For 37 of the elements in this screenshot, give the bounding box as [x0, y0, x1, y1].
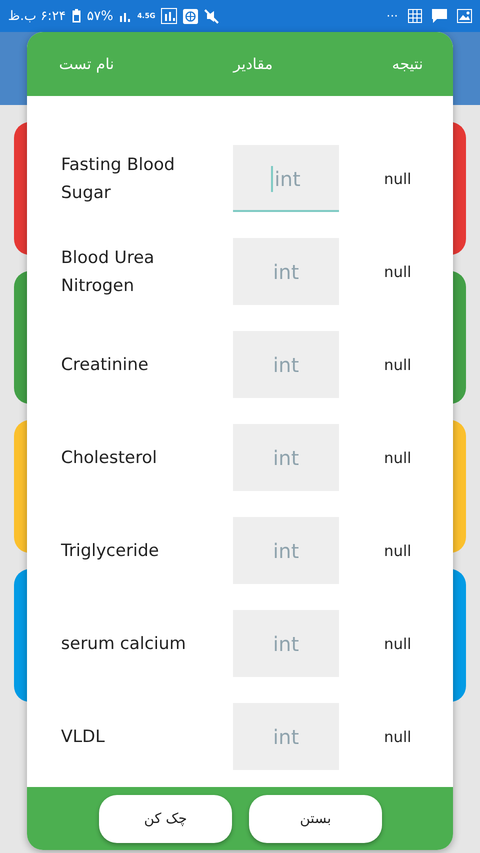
column-header: مقادیر [233, 55, 273, 73]
message-icon [432, 9, 447, 23]
column-header: نام تست [59, 55, 114, 73]
clock-time: ۶:۲۴ ب.ظ [8, 8, 66, 24]
battery-icon [72, 9, 81, 23]
result-value: null [384, 448, 412, 466]
value-field[interactable]: int [233, 238, 339, 305]
mute-icon [204, 8, 220, 24]
test-name: Blood Urea Nitrogen [61, 246, 156, 298]
value-field[interactable]: int [233, 424, 339, 491]
test-name: serum calcium [61, 632, 187, 656]
test-name: Creatinine [61, 354, 150, 376]
result-value: null [384, 728, 412, 746]
dialog-button[interactable]: چک کن [99, 794, 232, 842]
test-name: Triglyceride [61, 540, 160, 562]
test-name: Fasting Blood Sugar [61, 154, 176, 204]
signal-icon [119, 10, 132, 22]
value-field[interactable]: int [233, 145, 339, 212]
image-icon [457, 9, 472, 23]
test-name: VLDL [61, 726, 106, 748]
value-field[interactable]: int [233, 517, 339, 584]
globe-icon [183, 8, 198, 24]
value-field[interactable]: int [233, 610, 339, 677]
signal-icon [161, 8, 178, 24]
test-name: Cholesterol [61, 446, 158, 470]
result-value: null [384, 262, 412, 280]
more-indicator: ··· [386, 9, 398, 23]
grid-icon [408, 9, 422, 23]
battery-percent: ۵۷% [86, 8, 114, 24]
dialog-button[interactable]: بستن [249, 794, 382, 842]
value-field[interactable]: int [233, 703, 339, 770]
result-value: null [384, 634, 412, 652]
column-header: نتیجه [392, 55, 423, 73]
result-value: null [384, 170, 412, 188]
value-field[interactable]: int [233, 331, 339, 398]
result-value: null [384, 356, 412, 374]
result-value: null [384, 542, 412, 560]
